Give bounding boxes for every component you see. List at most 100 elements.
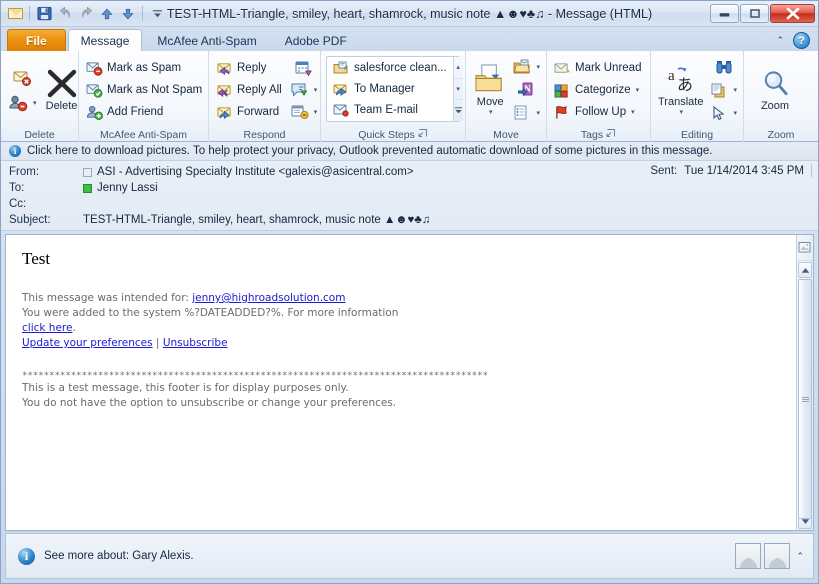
tab-mcafee-anti-spam[interactable]: McAfee Anti-Spam bbox=[144, 29, 269, 51]
junk-button[interactable]: ▾ bbox=[7, 92, 38, 113]
quick-step-to-manager-label: To Manager bbox=[354, 83, 415, 95]
move-caret-icon[interactable]: ▾ bbox=[489, 108, 493, 116]
rules-button[interactable]: ▾ bbox=[511, 57, 542, 78]
help-icon[interactable]: ? bbox=[793, 32, 810, 49]
reply-all-button[interactable]: Reply All bbox=[213, 80, 287, 101]
mark-as-not-spam-button[interactable]: Mark as Not Spam bbox=[83, 80, 207, 101]
move-button[interactable]: Move ▾ bbox=[470, 63, 510, 117]
categorize-button[interactable]: Categorize ▾ bbox=[551, 80, 646, 101]
more-respond-button[interactable]: ▾ bbox=[289, 102, 320, 123]
body-footer-line-1: This is a test message, this footer is f… bbox=[22, 382, 349, 394]
redo-icon[interactable] bbox=[76, 4, 96, 24]
follow-up-button[interactable]: Follow Up ▾ bbox=[551, 102, 646, 123]
related-items-caret-icon[interactable]: ▾ bbox=[733, 86, 737, 94]
tags-dialog-launcher[interactable] bbox=[606, 128, 616, 141]
restore-button[interactable] bbox=[740, 4, 769, 23]
im-icon bbox=[291, 83, 308, 97]
contact-photo-2[interactable] bbox=[764, 543, 791, 569]
blocked-image-placeholder-icon[interactable] bbox=[797, 235, 813, 261]
reply-all-label: Reply All bbox=[237, 84, 282, 96]
mark-as-spam-button[interactable]: Mark as Spam bbox=[83, 58, 207, 79]
picture-download-info-bar[interactable]: i Click here to download pictures. To he… bbox=[1, 142, 818, 161]
quick-steps-scroll-up[interactable]: ▴ bbox=[453, 57, 463, 79]
delete-button[interactable]: Delete bbox=[40, 66, 84, 115]
group-label-editing: Editing bbox=[680, 128, 714, 141]
quickstep-team-email-icon bbox=[333, 104, 349, 117]
ribbon-group-zoom: Zoom Zoom bbox=[744, 51, 818, 142]
see-more-about-text[interactable]: See more about: Gary Alexis. bbox=[44, 550, 194, 562]
ignore-button[interactable] bbox=[7, 67, 38, 88]
quick-steps-more[interactable] bbox=[454, 100, 463, 121]
mark-spam-icon bbox=[86, 61, 103, 76]
actions-button[interactable]: ▾ bbox=[511, 103, 542, 124]
follow-up-caret-icon[interactable]: ▾ bbox=[631, 108, 635, 116]
customize-qat-icon[interactable] bbox=[147, 4, 167, 24]
quick-steps-scrollbar[interactable]: ▴ ▾ bbox=[452, 57, 463, 121]
previous-item-icon[interactable] bbox=[97, 4, 117, 24]
select-button[interactable]: ▾ bbox=[708, 103, 739, 124]
click-here-link[interactable]: click here bbox=[22, 322, 72, 334]
minimize-button[interactable] bbox=[710, 4, 739, 23]
more-respond-caret-icon[interactable]: ▾ bbox=[314, 108, 318, 116]
im-caret-icon[interactable]: ▾ bbox=[314, 86, 318, 94]
rules-caret-icon[interactable]: ▾ bbox=[536, 63, 540, 71]
quick-steps-gallery[interactable]: salesforce clean... To Manager Team E-ma… bbox=[326, 56, 463, 122]
rules-icon bbox=[513, 59, 531, 74]
collapse-ribbon-icon[interactable]: ⌃ bbox=[773, 35, 787, 46]
message-body-content[interactable]: Test This message was intended for: jenn… bbox=[6, 235, 796, 530]
next-item-icon[interactable] bbox=[118, 4, 138, 24]
quick-step-team-email[interactable]: Team E-mail bbox=[329, 99, 451, 120]
unsubscribe-link[interactable]: Unsubscribe bbox=[163, 337, 228, 349]
translate-button[interactable]: a あ Translate ▾ bbox=[655, 64, 706, 117]
ribbon-group-respond: Reply Reply All Forward ▾ ▾ Respond bbox=[209, 51, 321, 142]
expand-people-pane-icon[interactable]: ⌃ bbox=[793, 551, 807, 562]
select-caret-icon[interactable]: ▾ bbox=[733, 109, 737, 117]
scroll-up-button[interactable] bbox=[798, 262, 812, 278]
forward-button[interactable]: Forward bbox=[213, 102, 287, 123]
quick-access-toolbar bbox=[1, 4, 167, 24]
reply-button[interactable]: Reply bbox=[213, 58, 287, 79]
undo-icon[interactable] bbox=[55, 4, 75, 24]
to-value[interactable]: Jenny Lassi bbox=[97, 182, 158, 194]
scrollbar-thumb[interactable] bbox=[798, 279, 812, 519]
update-preferences-link[interactable]: Update your preferences bbox=[22, 337, 153, 349]
close-button[interactable] bbox=[770, 4, 815, 23]
onenote-button[interactable]: N bbox=[511, 80, 542, 101]
find-binoculars-icon bbox=[716, 60, 732, 73]
translate-label: Translate bbox=[658, 95, 704, 108]
quick-step-team-email-label: Team E-mail bbox=[354, 103, 418, 116]
group-label-mcafee-anti-spam: McAfee Anti-Spam bbox=[100, 128, 187, 141]
mark-unread-button[interactable]: Mark Unread bbox=[551, 58, 646, 79]
translate-caret-icon[interactable]: ▾ bbox=[679, 108, 683, 116]
tab-file[interactable]: File bbox=[7, 29, 66, 51]
recipient-email-link[interactable]: jenny@highroadsolution.com bbox=[192, 292, 345, 304]
body-vertical-scrollbar[interactable] bbox=[796, 235, 813, 530]
from-value[interactable]: ASI - Advertising Specialty Institute <g… bbox=[97, 166, 414, 178]
quick-step-to-manager[interactable]: To Manager bbox=[329, 79, 451, 100]
save-icon[interactable] bbox=[34, 4, 54, 24]
quick-step-salesforce-clean[interactable]: salesforce clean... bbox=[329, 58, 451, 79]
picture-download-info-text: Click here to download pictures. To help… bbox=[27, 145, 713, 157]
contact-photo-1[interactable] bbox=[735, 543, 762, 569]
scrollbar-track[interactable] bbox=[798, 279, 812, 519]
actions-caret-icon[interactable]: ▾ bbox=[536, 109, 540, 117]
zoom-button[interactable]: Zoom bbox=[752, 66, 798, 115]
junk-caret-icon[interactable]: ▾ bbox=[33, 99, 37, 107]
move-label: Move bbox=[476, 96, 504, 108]
meeting-button[interactable] bbox=[289, 58, 320, 79]
related-items-button[interactable]: ▾ bbox=[708, 80, 739, 101]
im-button[interactable]: ▾ bbox=[289, 80, 320, 101]
quick-steps-scroll-down[interactable]: ▾ bbox=[453, 79, 463, 101]
more-respond-icon bbox=[291, 105, 309, 120]
message-header-fields: From: ASI - Advertising Specialty Instit… bbox=[1, 161, 818, 231]
body-intended-for-line: This message was intended for: jenny@hig… bbox=[22, 291, 780, 351]
cc-row: Cc: bbox=[1, 196, 818, 212]
categorize-caret-icon[interactable]: ▾ bbox=[636, 86, 640, 94]
add-friend-button[interactable]: Add Friend bbox=[83, 102, 207, 123]
tab-adobe-pdf[interactable]: Adobe PDF bbox=[272, 29, 360, 51]
quick-steps-dialog-launcher[interactable] bbox=[418, 128, 428, 141]
envelope-icon[interactable] bbox=[5, 4, 25, 24]
find-button[interactable] bbox=[708, 57, 739, 78]
tab-message[interactable]: Message bbox=[67, 29, 143, 51]
